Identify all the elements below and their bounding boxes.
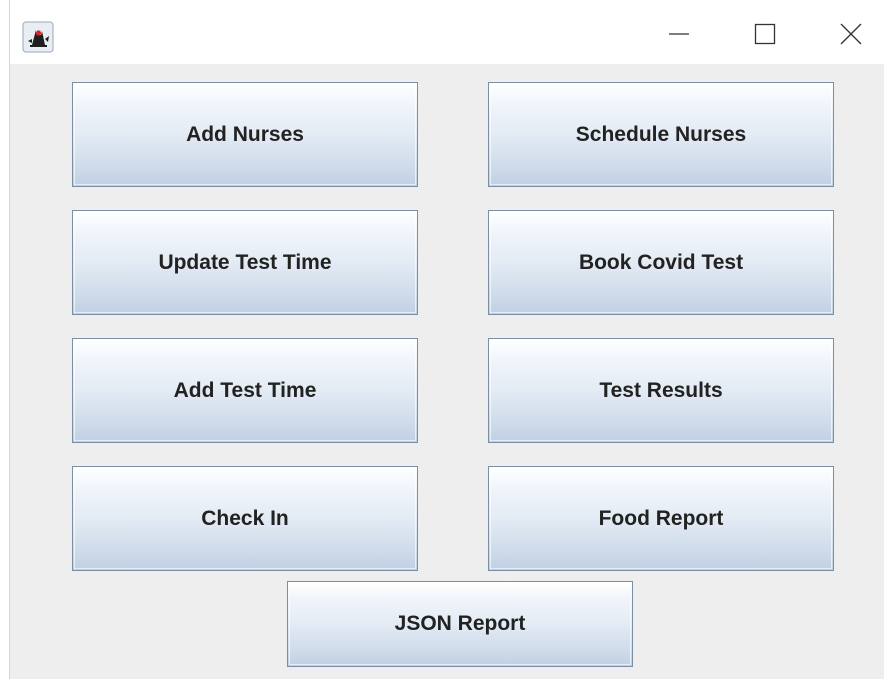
test-results-button[interactable]: Test Results [488,338,834,443]
update-test-time-label: Update Test Time [158,250,332,274]
book-covid-test-button[interactable]: Book Covid Test [488,210,834,315]
update-test-time-button[interactable]: Update Test Time [72,210,418,315]
food-report-button[interactable]: Food Report [488,466,834,571]
schedule-nurses-label: Schedule Nurses [575,122,747,146]
minimize-icon [668,23,690,50]
add-nurses-button[interactable]: Add Nurses [72,82,418,187]
check-in-label: Check In [201,506,289,530]
app-window: Add Nurses Schedule Nurses Update Test T… [0,0,884,679]
test-results-label: Test Results [599,378,723,402]
main-panel: Add Nurses Schedule Nurses Update Test T… [10,64,884,679]
add-test-time-label: Add Test Time [173,378,317,402]
food-report-label: Food Report [598,506,724,530]
add-test-time-button[interactable]: Add Test Time [72,338,418,443]
maximize-icon [754,23,776,50]
schedule-nurses-button[interactable]: Schedule Nurses [488,82,834,187]
book-covid-test-label: Book Covid Test [578,250,744,274]
json-report-label: JSON Report [394,612,526,635]
json-report-button[interactable]: JSON Report [287,581,633,667]
add-nurses-label: Add Nurses [186,122,304,146]
check-in-button[interactable]: Check In [72,466,418,571]
window-left-edge [0,0,10,679]
close-button[interactable] [830,15,872,57]
java-duke-icon [22,21,54,53]
minimize-button[interactable] [658,15,700,57]
title-bar[interactable] [10,0,884,64]
maximize-button[interactable] [744,15,786,57]
close-icon [840,23,862,50]
